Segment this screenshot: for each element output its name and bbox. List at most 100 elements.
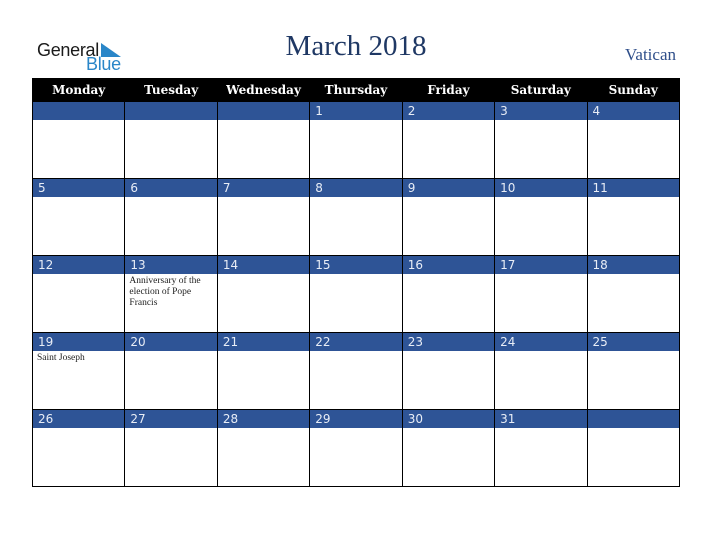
day-cell[interactable]: 11 (586, 178, 681, 256)
holiday-label (33, 120, 124, 122)
day-number: 9 (402, 179, 495, 197)
holiday-label (403, 351, 494, 353)
weekday-header: Thursday (309, 78, 403, 102)
day-cell[interactable]: 17 (494, 255, 588, 333)
day-number: 17 (495, 256, 587, 274)
day-number: 5 (33, 179, 125, 197)
day-number: 1 (310, 102, 402, 120)
day-cell[interactable]: 25 (586, 332, 681, 410)
day-number: 8 (310, 179, 402, 197)
day-cell[interactable]: 21 (216, 332, 311, 410)
holiday-label (125, 197, 216, 199)
day-number: 4 (587, 102, 679, 120)
day-cell[interactable]: 12 (31, 255, 126, 333)
day-number: 13 (125, 256, 217, 274)
day-number: 30 (402, 410, 495, 428)
day-number: 7 (217, 179, 310, 197)
calendar-grid: Monday Tuesday Wednesday Thursday Friday… (31, 78, 681, 487)
day-cell[interactable]: 9 (401, 178, 496, 256)
week-row: 12 13 Anniversary of the election of Pope … (31, 255, 681, 333)
day-cell[interactable]: 2 (401, 101, 496, 179)
day-cell[interactable]: 27 (124, 409, 218, 487)
weekday-header: Tuesday (124, 78, 218, 102)
day-cell[interactable]: 26 (31, 409, 126, 487)
day-number: 15 (310, 256, 402, 274)
day-number: 27 (125, 410, 217, 428)
day-number: 26 (33, 410, 125, 428)
day-cell[interactable]: 30 (401, 409, 496, 487)
holiday-label (495, 351, 586, 353)
day-cell[interactable]: 14 (216, 255, 311, 333)
day-cell[interactable] (124, 101, 218, 179)
day-number: 18 (587, 256, 679, 274)
day-cell[interactable]: 18 (586, 255, 681, 333)
weekday-header: Friday (401, 78, 496, 102)
day-number: 24 (495, 333, 587, 351)
day-number (587, 410, 679, 428)
holiday-label (310, 120, 401, 122)
day-cell[interactable]: 23 (401, 332, 496, 410)
week-row: 5 6 7 8 9 10 11 (31, 178, 681, 256)
day-number: 10 (495, 179, 587, 197)
holiday-label (218, 120, 309, 122)
day-number: 16 (402, 256, 495, 274)
day-cell[interactable]: 24 (494, 332, 588, 410)
day-cell[interactable] (216, 101, 311, 179)
weekday-header: Wednesday (216, 78, 311, 102)
day-cell[interactable]: 3 (494, 101, 588, 179)
day-cell[interactable]: 1 (309, 101, 403, 179)
country-label: Vatican (625, 45, 676, 64)
weekday-header-row: Monday Tuesday Wednesday Thursday Friday… (31, 78, 681, 102)
day-cell[interactable]: 13 Anniversary of the election of Pope Fr… (124, 255, 218, 333)
holiday-label (310, 351, 401, 353)
day-cell[interactable]: 19 Saint Joseph (31, 332, 126, 410)
holiday-label (310, 197, 401, 199)
day-cell[interactable]: 15 (309, 255, 403, 333)
holiday-label (218, 197, 309, 199)
day-number: 6 (125, 179, 217, 197)
holiday-label (588, 351, 679, 353)
day-number: 31 (495, 410, 587, 428)
holiday-label (218, 428, 309, 430)
week-row: 1234 (31, 101, 681, 179)
holiday-label (310, 428, 401, 430)
holiday-label (495, 120, 586, 122)
day-cell[interactable]: 4 (586, 101, 681, 179)
holiday-label (495, 197, 586, 199)
day-number: 19 (33, 333, 125, 351)
holiday-label (403, 274, 494, 276)
day-number: 23 (402, 333, 495, 351)
holiday-label (495, 428, 586, 430)
holiday-label (403, 428, 494, 430)
day-cell[interactable]: 16 (401, 255, 496, 333)
day-number: 28 (217, 410, 310, 428)
day-cell[interactable]: 29 (309, 409, 403, 487)
holiday-label (495, 274, 586, 276)
day-cell[interactable]: 6 (124, 178, 218, 256)
weekday-header: Sunday (586, 78, 681, 102)
day-cell[interactable]: 5 (31, 178, 126, 256)
week-row: 26 27 28 29 30 31 (31, 409, 681, 487)
day-cell[interactable] (31, 101, 126, 179)
holiday-label (125, 351, 216, 353)
day-cell[interactable]: 8 (309, 178, 403, 256)
holiday-label (125, 428, 216, 430)
day-cell[interactable]: 20 (124, 332, 218, 410)
day-number: 29 (310, 410, 402, 428)
holiday-label (33, 274, 124, 276)
day-cell[interactable]: 7 (216, 178, 311, 256)
holiday-label (403, 197, 494, 199)
day-cell[interactable]: 28 (216, 409, 311, 487)
day-number: 22 (310, 333, 402, 351)
day-cell[interactable]: 22 (309, 332, 403, 410)
page-title: March 2018 (285, 30, 427, 62)
day-number (125, 102, 217, 120)
day-cell[interactable]: 31 (494, 409, 588, 487)
day-cell[interactable] (586, 409, 681, 487)
day-number: 14 (217, 256, 310, 274)
holiday-label (218, 274, 309, 276)
day-number: 3 (495, 102, 587, 120)
day-number: 25 (587, 333, 679, 351)
day-cell[interactable]: 10 (494, 178, 588, 256)
week-row: 19 Saint Joseph 20 21 22 23 24 25 (31, 332, 681, 410)
